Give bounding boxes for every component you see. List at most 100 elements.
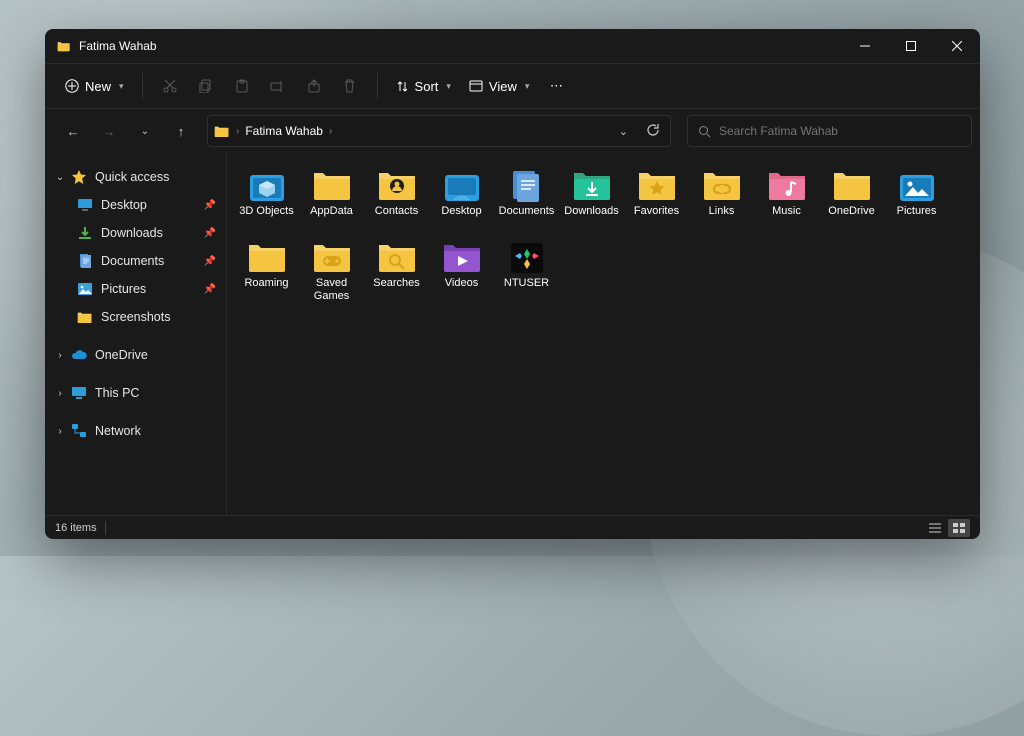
network-icon (71, 423, 87, 439)
file-explorer-window: Fatima Wahab New ▾ Sort ▾ View ▾ ⋯ (45, 29, 980, 539)
chevron-down-icon: ▾ (525, 81, 530, 92)
chevron-right-icon: › (53, 350, 67, 361)
star-icon (71, 169, 87, 185)
search-icon (698, 125, 711, 138)
address-bar[interactable]: › Fatima Wahab › ⌄ (207, 115, 671, 147)
folder-item[interactable]: NTUSER (495, 237, 558, 305)
breadcrumb[interactable]: Fatima Wahab (245, 124, 323, 138)
contacts-icon (376, 167, 418, 203)
forward-button[interactable]: → (93, 115, 125, 147)
maximize-button[interactable] (888, 29, 934, 63)
copy-button[interactable] (189, 69, 223, 103)
minimize-button[interactable] (842, 29, 888, 63)
sidebar-item-desktop[interactable]: Desktop 📌 (45, 191, 226, 219)
item-label: Contacts (375, 205, 418, 218)
sort-button[interactable]: Sort ▾ (388, 75, 459, 98)
item-label: Desktop (441, 205, 481, 218)
thispc-label: This PC (95, 386, 139, 400)
recent-button[interactable]: ⌄ (129, 115, 161, 147)
sort-label: Sort (415, 79, 439, 94)
sidebar-item-documents[interactable]: Documents📌 (45, 247, 226, 275)
folder-item[interactable]: AppData (300, 165, 363, 233)
folder-item[interactable]: Searches (365, 237, 428, 305)
folder-item[interactable]: Roaming (235, 237, 298, 305)
sidebar-item-label: Downloads (101, 226, 163, 240)
sidebar-quick-access[interactable]: ⌄ Quick access (45, 163, 226, 191)
new-button[interactable]: New ▾ (57, 75, 132, 98)
item-label: Downloads (564, 205, 618, 218)
folder-item[interactable]: Pictures (885, 165, 948, 233)
item-label: Favorites (634, 205, 679, 218)
cloud-icon (71, 347, 87, 363)
folder-item[interactable]: Links (690, 165, 753, 233)
sidebar-thispc[interactable]: › This PC (45, 379, 226, 407)
paste-button[interactable] (225, 69, 259, 103)
folder-item[interactable]: Music (755, 165, 818, 233)
sidebar-item-screenshots[interactable]: Screenshots (45, 303, 226, 331)
sort-icon (396, 80, 409, 93)
address-dropdown[interactable]: ⌄ (615, 125, 632, 138)
documents-icon (506, 167, 548, 203)
sidebar-item-label: Pictures (101, 282, 146, 296)
sidebar-item-pictures[interactable]: Pictures📌 (45, 275, 226, 303)
folder-item[interactable]: Videos (430, 237, 493, 305)
toolbar-divider (377, 73, 378, 99)
sidebar-network[interactable]: › Network (45, 417, 226, 445)
folder-icon (831, 167, 873, 203)
window-title: Fatima Wahab (79, 39, 842, 53)
item-label: Music (772, 205, 801, 218)
cut-button[interactable] (153, 69, 187, 103)
pc-icon (71, 385, 87, 401)
up-button[interactable]: ↑ (165, 115, 197, 147)
folder-item[interactable]: 3D Objects (235, 165, 298, 233)
breadcrumb-separator: › (236, 126, 239, 137)
item-label: Searches (373, 277, 419, 290)
navbar: ← → ⌄ ↑ › Fatima Wahab › ⌄ (45, 109, 980, 153)
folder-item[interactable]: OneDrive (820, 165, 883, 233)
share-button[interactable] (297, 69, 331, 103)
pin-icon: 📌 (204, 200, 216, 211)
item-label: Saved Games (300, 277, 363, 303)
favorites-icon (636, 167, 678, 203)
folder-item[interactable]: Downloads (560, 165, 623, 233)
desktop-icon (441, 167, 483, 203)
folder-item[interactable]: Favorites (625, 165, 688, 233)
close-button[interactable] (934, 29, 980, 63)
folder-item[interactable]: Desktop (430, 165, 493, 233)
chevron-down-icon: ⌄ (53, 172, 67, 183)
sidebar-onedrive[interactable]: › OneDrive (45, 341, 226, 369)
toolbar: New ▾ Sort ▾ View ▾ ⋯ (45, 63, 980, 109)
more-button[interactable]: ⋯ (539, 69, 573, 103)
folder-item[interactable]: Saved Games (300, 237, 363, 305)
sidebar-item-downloads[interactable]: Downloads📌 (45, 219, 226, 247)
folder-icon (214, 124, 230, 138)
breadcrumb-separator: › (329, 126, 332, 137)
folder-item[interactable]: Documents (495, 165, 558, 233)
rename-button[interactable] (261, 69, 295, 103)
item-label: Roaming (244, 277, 288, 290)
games-icon (311, 239, 353, 275)
view-icon (469, 80, 483, 92)
content-area[interactable]: 3D Objects AppData Contacts Desktop Document… (227, 153, 980, 515)
item-count: 16 items (55, 522, 97, 534)
titlebar: Fatima Wahab (45, 29, 980, 63)
refresh-button[interactable] (642, 123, 664, 140)
sidebar-item-label: Desktop (101, 198, 147, 212)
back-button[interactable]: ← (57, 115, 89, 147)
links-icon (701, 167, 743, 203)
delete-button[interactable] (333, 69, 367, 103)
chevron-down-icon: ▾ (446, 81, 451, 92)
folder-item[interactable]: Contacts (365, 165, 428, 233)
search-box[interactable] (687, 115, 972, 147)
search-input[interactable] (719, 124, 961, 138)
music-icon (766, 167, 808, 203)
item-label: 3D Objects (239, 205, 293, 218)
pin-icon: 📌 (204, 256, 216, 267)
view-button[interactable]: View ▾ (461, 75, 537, 98)
details-view-button[interactable] (924, 519, 946, 537)
icons-view-button[interactable] (948, 519, 970, 537)
sidebar: ⌄ Quick access Desktop📌Downloads📌Documen… (45, 153, 227, 515)
chevron-down-icon: ▾ (119, 81, 124, 92)
item-label: Documents (499, 205, 555, 218)
view-label: View (489, 79, 517, 94)
